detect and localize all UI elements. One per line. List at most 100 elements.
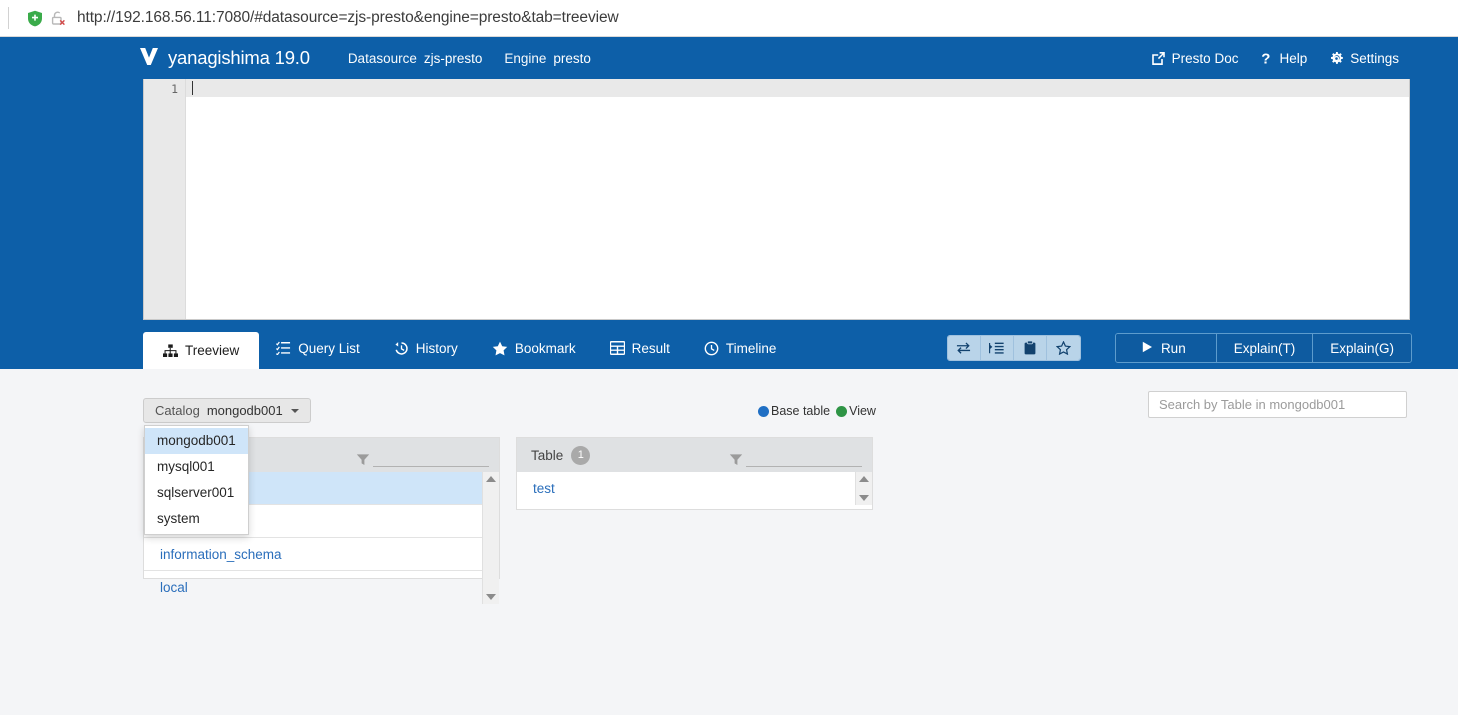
tab-list: Treeview Query List History Bookmark Res… — [143, 327, 793, 369]
star-outline-icon — [1055, 341, 1071, 355]
table-row[interactable]: test — [517, 472, 872, 505]
schema-row-label: information_schema — [160, 546, 282, 562]
datasource-info: Datasource zjs-presto Engine presto — [348, 51, 591, 66]
catalog-dropdown-menu[interactable]: mongodb001 mysql001 sqlserver001 system — [144, 425, 249, 535]
schema-scrollbar[interactable] — [482, 472, 499, 604]
line-number: 1 — [171, 82, 178, 96]
filter-icon — [729, 453, 743, 467]
table-filter-input[interactable] — [746, 451, 862, 467]
table-panel: Table 1 test — [516, 437, 873, 510]
settings-label: Settings — [1350, 50, 1399, 66]
play-icon — [1142, 341, 1153, 356]
run-button[interactable]: Run — [1115, 334, 1217, 362]
treeview-content: Catalog mongodb001 mongodb001 mysql001 s… — [0, 369, 1458, 715]
tab-bookmark-label: Bookmark — [514, 340, 576, 356]
app-header: yanagishima 19.0 Datasource zjs-presto E… — [0, 37, 1458, 79]
star-icon — [492, 341, 508, 356]
sql-editor[interactable]: 1 — [143, 79, 1410, 320]
editor-caret — [192, 81, 193, 95]
editor-active-line — [186, 79, 1409, 97]
catalog-dropdown-button[interactable]: Catalog mongodb001 — [143, 398, 311, 423]
catalog-option-mysql001[interactable]: mysql001 — [145, 454, 248, 480]
table-scrollbar[interactable] — [855, 472, 872, 505]
gear-icon — [1329, 51, 1344, 66]
schema-filter-input[interactable] — [373, 451, 489, 467]
help-label: Help — [1279, 50, 1308, 66]
catalog-option-system[interactable]: system — [145, 506, 248, 532]
editor-code-pane[interactable] — [186, 79, 1409, 319]
indent-icon — [989, 342, 1005, 355]
question-mark-icon: ? — [1260, 50, 1273, 66]
external-link-icon — [1151, 51, 1166, 66]
tab-bookmark[interactable]: Bookmark — [475, 327, 593, 369]
schema-filter[interactable] — [356, 451, 489, 467]
tab-treeview[interactable]: Treeview — [143, 332, 260, 369]
legend-dot-view — [836, 405, 848, 417]
shield-icon[interactable] — [27, 10, 43, 27]
table-panel-body: test — [517, 472, 872, 505]
clipboard-icon-button[interactable] — [1013, 336, 1047, 360]
datasource-label: Datasource — [347, 50, 417, 66]
filter-icon — [356, 453, 370, 467]
brand[interactable]: yanagishima 19.0 — [138, 45, 310, 72]
table-panel-title: Table — [531, 447, 564, 463]
explain-g-button[interactable]: Explain(G) — [1313, 334, 1411, 362]
catalog-label: Catalog — [155, 403, 200, 418]
legend-dot-base-table — [758, 405, 769, 417]
editor-area: 1 — [0, 79, 1458, 327]
catalog-option-sqlserver001[interactable]: sqlserver001 — [145, 480, 248, 506]
indent-icon-button[interactable] — [980, 336, 1014, 360]
legend-base-table-label: Base table — [771, 404, 831, 418]
presto-doc-link[interactable]: Presto Doc — [1151, 50, 1239, 66]
explain-t-button[interactable]: Explain(T) — [1216, 334, 1314, 362]
scroll-up-arrow-icon[interactable] — [486, 476, 496, 482]
engine-value: presto — [553, 50, 591, 66]
schema-row-local[interactable]: local — [144, 571, 499, 604]
catalog-option-label: system — [157, 511, 200, 526]
editor-icon-button-group — [946, 335, 1081, 361]
broken-lock-icon[interactable] — [50, 10, 66, 27]
tab-strip: Treeview Query List History Bookmark Res… — [0, 327, 1458, 369]
run-button-label: Run — [1160, 340, 1186, 356]
brand-name: yanagishima 19.0 — [168, 47, 310, 68]
tab-timeline[interactable]: Timeline — [687, 327, 794, 369]
tab-query-list[interactable]: Query List — [259, 327, 377, 369]
explain-t-label: Explain(T) — [1233, 340, 1296, 356]
settings-link[interactable]: Settings — [1329, 51, 1399, 66]
legend-view-label: View — [849, 404, 876, 418]
catalog-option-label: sqlserver001 — [157, 485, 235, 500]
table-type-legend: Base table View — [758, 404, 876, 418]
catalog-option-label: mysql001 — [157, 459, 215, 474]
tab-timeline-label: Timeline — [725, 340, 777, 356]
presto-doc-label: Presto Doc — [1171, 50, 1239, 66]
scroll-down-arrow-icon[interactable] — [859, 495, 869, 501]
url-text[interactable]: http://192.168.56.11:7080/#datasource=zj… — [77, 9, 619, 27]
url-bar-divider — [8, 7, 9, 29]
scroll-down-arrow-icon[interactable] — [486, 594, 496, 600]
list-ul-icon — [276, 341, 291, 355]
catalog-option-mongodb001[interactable]: mongodb001 — [145, 428, 248, 454]
editor-toolbar: Run Explain(T) Explain(G) — [946, 327, 1412, 369]
table-count-badge: 1 — [571, 445, 591, 465]
catalog-option-label: mongodb001 — [157, 433, 236, 448]
scroll-up-arrow-icon[interactable] — [859, 476, 869, 482]
table-row-label: test — [533, 481, 555, 496]
tab-treeview-label: Treeview — [185, 343, 240, 358]
bookmark-star-button[interactable] — [1046, 336, 1080, 360]
search-input[interactable] — [1148, 391, 1407, 418]
schema-row-information-schema[interactable]: information_schema — [144, 538, 499, 571]
table-row-list: test — [517, 472, 872, 505]
exchange-icon-button[interactable] — [947, 336, 981, 360]
table-filter[interactable] — [729, 451, 862, 467]
tab-result-label: Result — [631, 340, 670, 356]
tab-result[interactable]: Result — [593, 327, 687, 369]
exchange-icon — [956, 341, 971, 355]
chevron-down-icon — [290, 408, 299, 413]
tab-query-list-label: Query List — [298, 340, 360, 356]
engine-label: Engine — [504, 50, 547, 66]
catalog-selected-value: mongodb001 — [206, 403, 283, 418]
help-link[interactable]: ? Help — [1260, 50, 1308, 66]
yanagishima-v-logo — [138, 45, 160, 72]
tab-history[interactable]: History — [377, 327, 475, 369]
datasource-value: zjs-presto — [423, 50, 483, 66]
